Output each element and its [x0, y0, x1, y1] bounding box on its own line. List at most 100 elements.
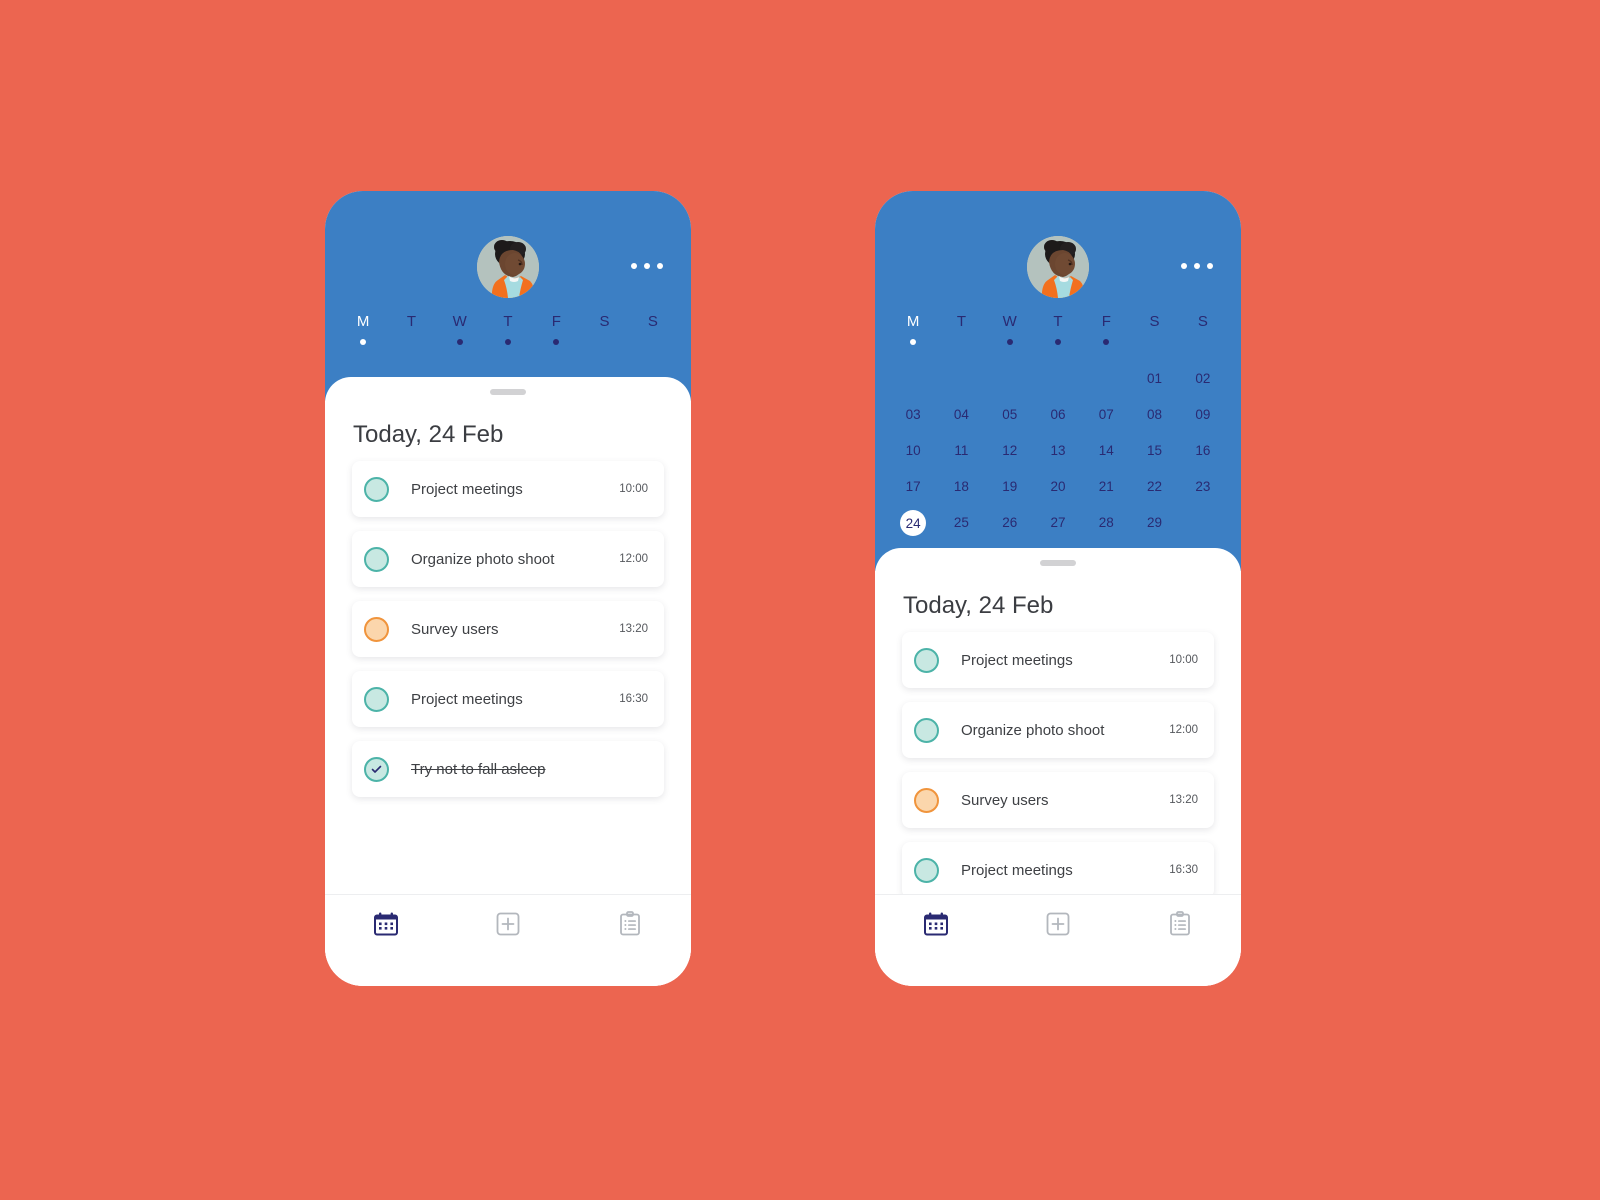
day-cell[interactable]: 20: [1034, 474, 1082, 498]
day-cell[interactable]: 07: [1082, 402, 1130, 426]
task-status-circle[interactable]: [364, 476, 389, 502]
nav-task-list[interactable]: [569, 911, 691, 937]
task-label: Survey users: [411, 620, 499, 638]
weekday-5[interactable]: S: [580, 313, 628, 345]
day-cell[interactable]: 27: [1034, 510, 1082, 534]
day-cell[interactable]: 03: [889, 402, 937, 426]
weekday-2[interactable]: W: [986, 313, 1034, 345]
weekday-label: F: [551, 313, 561, 330]
nav-add-task[interactable]: [447, 911, 569, 937]
weekday-label: S: [599, 313, 610, 330]
day-cell[interactable]: 29: [1130, 510, 1178, 534]
day-cell[interactable]: 13: [1034, 438, 1082, 462]
task-status-circle[interactable]: [364, 756, 389, 782]
weekday-0[interactable]: M: [889, 313, 937, 345]
day-cell[interactable]: 28: [1082, 510, 1130, 534]
task-label: Try not to fall asleep: [411, 760, 546, 778]
day-cell[interactable]: 12: [986, 438, 1034, 462]
weekday-1[interactable]: T: [387, 313, 435, 345]
task-time: 16:30: [619, 693, 648, 705]
clipboard-icon: [620, 911, 640, 936]
task-sheet: Today, 24 Feb Project meetings 10:00 Org…: [875, 548, 1241, 986]
weekday-label: S: [647, 313, 658, 330]
weekday-4[interactable]: F: [1082, 313, 1130, 345]
weekday-label: T: [956, 313, 966, 330]
more-options-icon[interactable]: [631, 263, 663, 269]
weekday-dot: [602, 339, 608, 345]
day-cell[interactable]: 14: [1082, 438, 1130, 462]
avatar[interactable]: [1027, 236, 1089, 298]
task-status-circle[interactable]: [914, 787, 939, 813]
day-cell-empty: [1034, 366, 1082, 390]
weekday-1[interactable]: T: [937, 313, 985, 345]
task-row[interactable]: Survey users 13:20: [352, 601, 664, 657]
day-cell[interactable]: 25: [937, 510, 985, 534]
weekday-4[interactable]: F: [532, 313, 580, 345]
task-row[interactable]: Project meetings 10:00: [352, 461, 664, 517]
task-row[interactable]: Organize photo shoot 12:00: [902, 702, 1214, 758]
weekday-0[interactable]: M: [339, 313, 387, 345]
task-time: 13:20: [619, 623, 648, 635]
task-status-circle[interactable]: [364, 616, 389, 642]
day-cell[interactable]: 11: [937, 438, 985, 462]
day-cell[interactable]: 04: [937, 402, 985, 426]
weekday-dot: [456, 339, 463, 345]
weekday-2[interactable]: W: [436, 313, 484, 345]
day-cell[interactable]: 06: [1034, 402, 1082, 426]
avatar-photo: [477, 236, 539, 298]
nav-task-list[interactable]: [1119, 911, 1241, 937]
weekday-5[interactable]: S: [1130, 313, 1178, 345]
nav-add-task[interactable]: [997, 911, 1119, 937]
weekday-6[interactable]: S: [629, 313, 677, 345]
phone-week-view: M T W T F S S Today, 24 Feb Project meet…: [325, 191, 691, 986]
weekday-strip: M T W T F S S: [339, 313, 677, 345]
day-cell[interactable]: 26: [986, 510, 1034, 534]
weekday-dot: [650, 339, 656, 345]
weekday-6[interactable]: S: [1179, 313, 1227, 345]
drag-handle[interactable]: [490, 389, 526, 395]
day-cell[interactable]: 22: [1130, 474, 1178, 498]
drag-handle[interactable]: [1040, 560, 1076, 566]
day-cell-empty: [889, 366, 937, 390]
weekday-label: S: [1197, 313, 1208, 330]
weekday-3[interactable]: T: [484, 313, 532, 345]
day-cell[interactable]: 01: [1130, 366, 1178, 390]
weekday-3[interactable]: T: [1034, 313, 1082, 345]
task-row-completed[interactable]: Try not to fall asleep: [352, 741, 664, 797]
day-cell[interactable]: 21: [1082, 474, 1130, 498]
more-options-icon[interactable]: [1181, 263, 1213, 269]
day-cell[interactable]: 15: [1130, 438, 1178, 462]
day-cell[interactable]: 18: [937, 474, 985, 498]
weekday-dot: [958, 339, 964, 345]
task-status-circle[interactable]: [914, 857, 939, 883]
task-time: 10:00: [1169, 654, 1198, 666]
task-status-circle[interactable]: [914, 717, 939, 743]
task-row[interactable]: Survey users 13:20: [902, 772, 1214, 828]
day-cell[interactable]: 17: [889, 474, 937, 498]
task-status-circle[interactable]: [914, 647, 939, 673]
day-cell[interactable]: 05: [986, 402, 1034, 426]
day-cell[interactable]: 09: [1179, 402, 1227, 426]
task-time: 12:00: [619, 553, 648, 565]
avatar[interactable]: [477, 236, 539, 298]
task-status-circle[interactable]: [364, 546, 389, 572]
task-status-circle[interactable]: [364, 686, 389, 712]
weekday-label: M: [906, 313, 920, 330]
weekday-dot: [553, 339, 560, 345]
nav-calendar[interactable]: [325, 911, 447, 937]
nav-calendar[interactable]: [875, 911, 997, 937]
task-row[interactable]: Project meetings 10:00: [902, 632, 1214, 688]
task-row[interactable]: Project meetings 16:30: [352, 671, 664, 727]
day-cell[interactable]: 16: [1179, 438, 1227, 462]
task-row[interactable]: Project meetings 16:30: [902, 842, 1214, 898]
day-cell-selected[interactable]: 24: [900, 510, 927, 536]
day-cell[interactable]: 10: [889, 438, 937, 462]
day-cell[interactable]: 19: [986, 474, 1034, 498]
day-cell[interactable]: 23: [1179, 474, 1227, 498]
day-cell[interactable]: 02: [1179, 366, 1227, 390]
weekday-label: T: [1053, 313, 1063, 330]
dot-1: [631, 263, 637, 269]
task-row[interactable]: Organize photo shoot 12:00: [352, 531, 664, 587]
day-cell[interactable]: 08: [1130, 402, 1178, 426]
task-label: Organize photo shoot: [961, 721, 1105, 739]
